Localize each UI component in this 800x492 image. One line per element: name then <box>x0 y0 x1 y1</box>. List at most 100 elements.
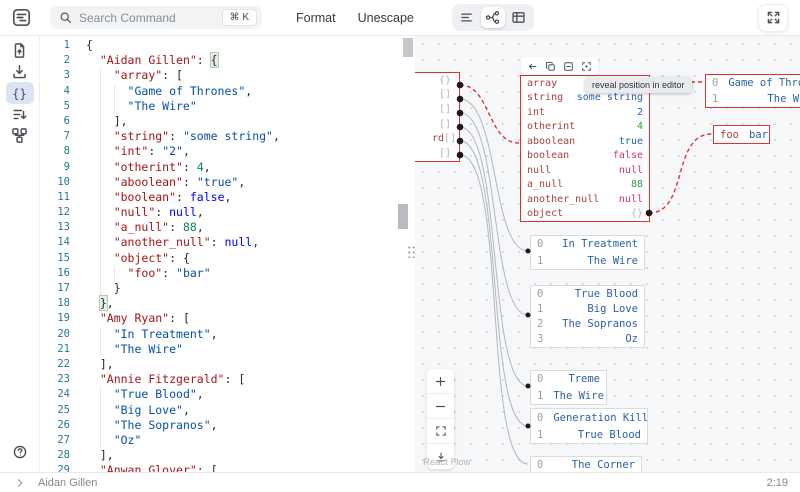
indent-guide <box>100 114 101 129</box>
graph-node-foo[interactable]: foobar <box>713 125 770 144</box>
indent-guide <box>100 129 101 144</box>
code-line[interactable]: 1{ <box>40 38 415 53</box>
table-view-toggle[interactable] <box>507 7 531 28</box>
unescape-button[interactable]: Unescape <box>350 5 422 31</box>
code-line[interactable]: 25 "Big Love", <box>40 403 415 418</box>
back-icon <box>527 61 538 72</box>
code-line[interactable]: 28 ], <box>40 448 415 463</box>
app-window: Search Command ⌘ K Format Unescape <box>0 0 800 492</box>
editor-scrollbar-thumb[interactable] <box>403 38 413 57</box>
code-line[interactable]: 19 "Amy Ryan": [ <box>40 311 415 326</box>
code-line[interactable]: 11 "boolean": false, <box>40 190 415 205</box>
code-line[interactable]: 27 "Oz" <box>40 433 415 448</box>
line-number: 13 <box>40 220 70 235</box>
node-row: 2The Sopranos <box>531 316 644 331</box>
code-line[interactable]: 10 "aboolean": "true", <box>40 175 415 190</box>
code-line[interactable]: 13 "a_null": 88, <box>40 220 415 235</box>
format-button[interactable]: Format <box>288 5 344 31</box>
code-line[interactable]: 15 "object": { <box>40 251 415 266</box>
graph-node-annie[interactable]: 0True Blood1Big Love2The Sopranos3Oz <box>530 285 645 348</box>
code-line[interactable]: 7 "string": "some string", <box>40 129 415 144</box>
graph-node-root[interactable]: {}[][][]rd[][] <box>415 72 460 162</box>
zoom-out-button[interactable] <box>427 394 454 419</box>
code-line[interactable]: 17 } <box>40 281 415 296</box>
code-text: "Oz" <box>86 433 141 448</box>
code-line[interactable]: 4 "Game of Thrones", <box>40 84 415 99</box>
code-line[interactable]: 3 "array": [ <box>40 68 415 83</box>
copy-button[interactable] <box>544 60 557 73</box>
line-number: 24 <box>40 387 70 402</box>
code-line[interactable]: 26 "The Sopranos", <box>40 418 415 433</box>
graph-canvas[interactable]: {}[][][]rd[][] arraystringsome stringint2… <box>415 36 800 472</box>
code-line[interactable]: 23 "Annie Fitzgerald": [ <box>40 372 415 387</box>
line-number: 8 <box>40 144 70 159</box>
node-toolbar <box>521 57 598 75</box>
app-logo[interactable] <box>8 5 34 31</box>
code-lines: 1{2 "Aidan Gillen": {3 "array": [4 "Game… <box>40 36 415 472</box>
line-number: 20 <box>40 327 70 342</box>
node-row: int2 <box>521 105 649 120</box>
collapse-node-button[interactable] <box>562 60 575 73</box>
code-line[interactable]: 2 "Aidan Gillen": { <box>40 53 415 68</box>
file-import-button[interactable] <box>6 40 34 61</box>
indent-guide <box>100 205 101 220</box>
help-button[interactable] <box>6 441 34 462</box>
graph-view-toggle[interactable] <box>481 7 505 28</box>
node-row: rd[] <box>415 131 459 146</box>
fit-view-button[interactable] <box>427 419 454 444</box>
indent-guide <box>100 160 101 175</box>
graph-node-genkill[interactable]: 0Generation Kill1True Blood <box>530 408 648 444</box>
download-button[interactable] <box>6 61 34 82</box>
code-text: ], <box>86 448 114 463</box>
code-line[interactable]: 20 "In Treatment", <box>40 327 415 342</box>
indent-guide <box>100 266 101 281</box>
indent-guide <box>100 281 101 296</box>
line-number: 12 <box>40 205 70 220</box>
code-text: "Anwan Glover": [ <box>86 463 218 472</box>
hierarchy-icon <box>11 127 28 144</box>
focus-icon <box>581 61 592 72</box>
hierarchy-button[interactable] <box>6 125 34 146</box>
code-line[interactable]: 9 "otherint": 4, <box>40 160 415 175</box>
code-line[interactable]: 14 "another_null": null, <box>40 235 415 250</box>
line-number: 7 <box>40 129 70 144</box>
node-row: 0Generation Kill <box>531 409 647 426</box>
text-view-toggle[interactable] <box>455 7 479 28</box>
graph-node-treme[interactable]: 0Treme1The Wire <box>530 370 607 405</box>
code-line[interactable]: 18 }, <box>40 296 415 311</box>
indent-guide <box>100 84 101 99</box>
code-line[interactable]: 16 "foo": "bar" <box>40 266 415 281</box>
code-text: "int": "2", <box>86 144 190 159</box>
line-number: 26 <box>40 418 70 433</box>
code-line[interactable]: 8 "int": "2", <box>40 144 415 159</box>
code-line[interactable]: 22 ], <box>40 357 415 372</box>
graph-node-corner[interactable]: 0The Corner <box>530 456 642 472</box>
graph-node-amy[interactable]: 0In Treatment1The Wire <box>530 235 645 270</box>
filter-button[interactable] <box>6 104 34 125</box>
panel-resize-handle[interactable] <box>406 244 415 258</box>
code-line[interactable]: 24 "True Blood", <box>40 387 415 402</box>
code-text: "The Wire" <box>86 99 197 114</box>
indent-guide <box>100 403 101 418</box>
line-number: 21 <box>40 342 70 357</box>
copy-icon <box>545 61 556 72</box>
graph-node-got[interactable]: 0Game of Thrones1The Wire <box>705 74 800 108</box>
braces-icon: {} <box>11 85 28 102</box>
code-editor[interactable]: 1{2 "Aidan Gillen": {3 "array": [4 "Game… <box>40 36 415 472</box>
code-line[interactable]: 29 "Anwan Glover": [ <box>40 463 415 472</box>
code-line[interactable]: 12 "null": null, <box>40 205 415 220</box>
search-command-input[interactable]: Search Command ⌘ K <box>50 6 262 29</box>
code-line[interactable]: 5 "The Wire" <box>40 99 415 114</box>
graph-node-aidan[interactable]: arraystringsome stringint2otherint4abool… <box>520 75 650 222</box>
code-line[interactable]: 6 ], <box>40 114 415 129</box>
back-button[interactable] <box>526 60 539 73</box>
fullscreen-button[interactable] <box>758 4 788 32</box>
line-number: 4 <box>40 84 70 99</box>
focus-node-button[interactable] <box>580 60 593 73</box>
json-view-button[interactable]: {} <box>6 82 34 104</box>
code-line[interactable]: 21 "The Wire" <box>40 342 415 357</box>
zoom-controls <box>427 369 454 469</box>
zoom-in-button[interactable] <box>427 369 454 394</box>
node-row: booleanfalse <box>521 149 649 164</box>
chevron-right-icon[interactable] <box>14 477 26 489</box>
